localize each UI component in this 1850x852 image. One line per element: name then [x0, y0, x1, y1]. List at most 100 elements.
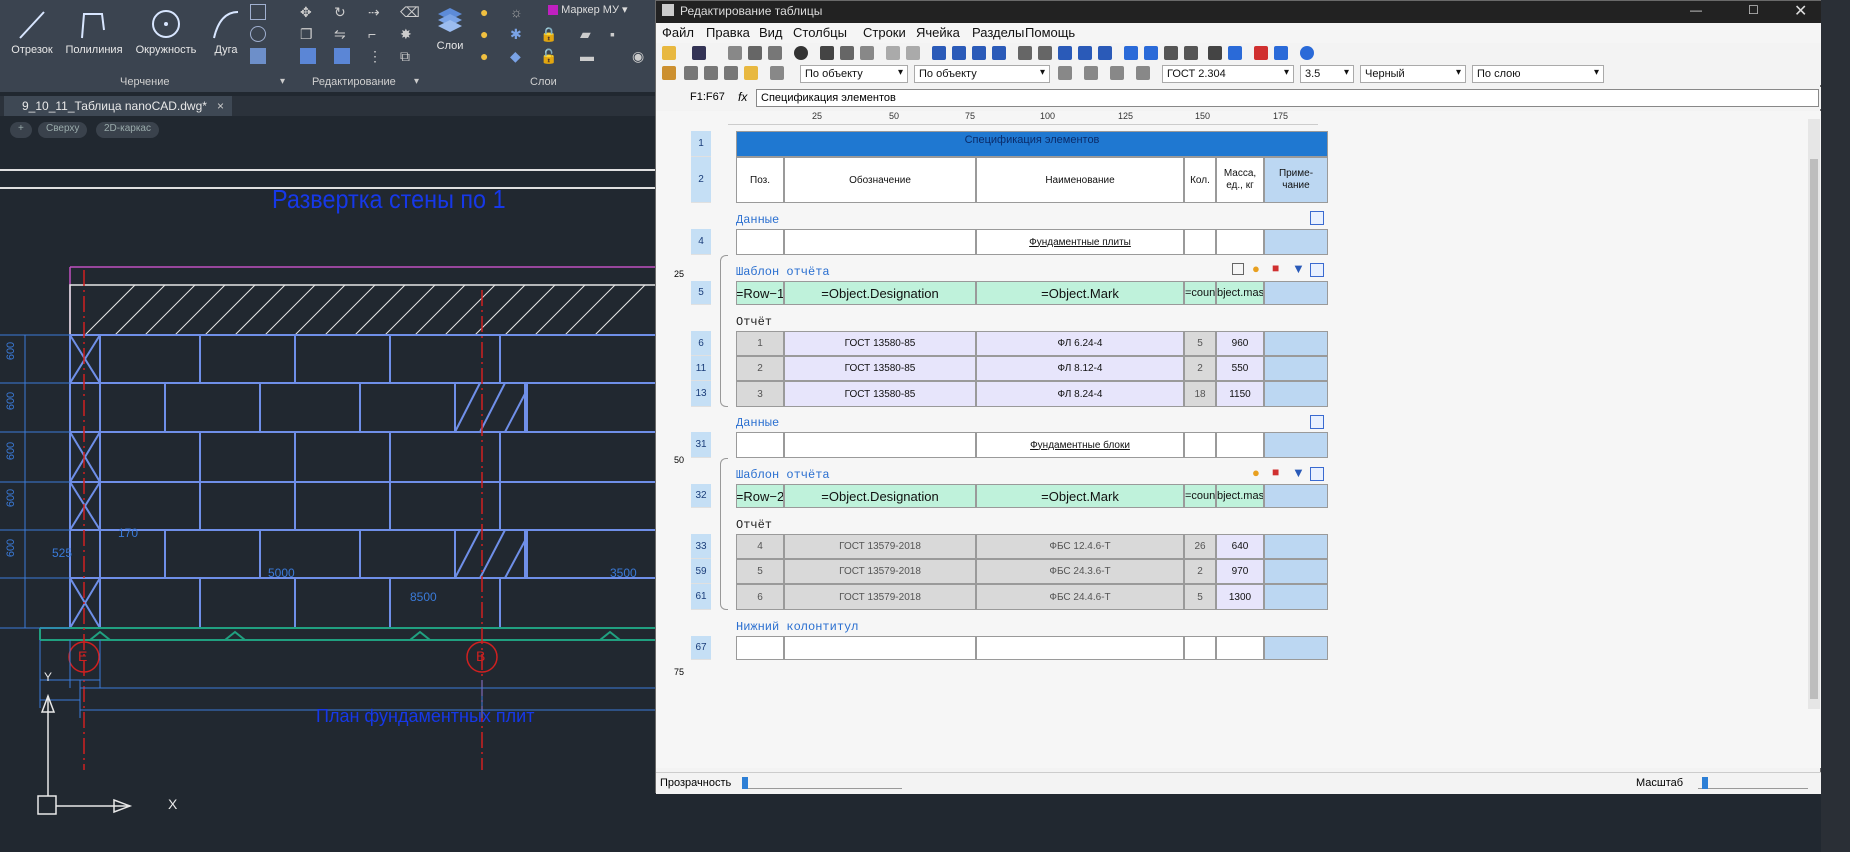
menu-edit[interactable]: Правка — [706, 25, 750, 40]
lock-icon[interactable]: ■ — [1272, 261, 1279, 275]
row-number[interactable]: 32 — [691, 484, 711, 508]
scale-slider[interactable] — [1698, 777, 1808, 789]
cell-reference[interactable]: F1:F67 — [690, 91, 725, 103]
field-icon[interactable] — [1124, 46, 1138, 60]
bulb-icon[interactable]: ● — [480, 4, 496, 20]
row-number[interactable]: 11 — [691, 356, 711, 381]
table-cell[interactable] — [1264, 636, 1328, 660]
visual-style-button[interactable]: 2D-каркас — [96, 122, 159, 138]
bulb-icon[interactable]: ● — [1252, 261, 1260, 276]
menu-sections[interactable]: Разделы — [972, 25, 1024, 40]
report-cell[interactable]: 3 — [736, 381, 784, 407]
template-cell[interactable]: =Object.Designation — [784, 484, 976, 508]
minimize-icon[interactable]: — — [1690, 3, 1702, 17]
layer-isolate-icon[interactable]: ● — [480, 48, 496, 64]
report-cell[interactable]: 2 — [1184, 559, 1216, 584]
report-cell[interactable]: 5 — [1184, 584, 1216, 610]
color-dropdown[interactable]: Черный ▾ — [1360, 65, 1466, 83]
scrollbar-thumb[interactable] — [1810, 159, 1818, 699]
report-cell[interactable]: ФЛ 6.24-4 — [976, 331, 1184, 356]
filter-icon[interactable]: ▼ — [1292, 465, 1305, 480]
layer-unlock-icon[interactable]: 🔓 — [540, 48, 557, 64]
table-editor-sheet[interactable]: 25 50 75 100 125 150 175 25 50 75 A B C … — [656, 111, 1822, 768]
valign-icon[interactable] — [1084, 66, 1098, 80]
maximize-icon[interactable]: ☐ — [1748, 3, 1759, 17]
vertical-scrollbar[interactable] — [1808, 119, 1820, 709]
copy-icon[interactable] — [840, 46, 854, 60]
report-cell[interactable]: ФЛ 8.24-4 — [976, 381, 1184, 407]
row-number[interactable]: 33 — [691, 534, 711, 559]
table-cell[interactable] — [1264, 381, 1328, 407]
header-cell[interactable]: Кол. — [1184, 157, 1216, 203]
circle-tool-button[interactable]: Окружность — [130, 6, 202, 56]
table-cell[interactable] — [736, 432, 784, 458]
section-data-label[interactable]: Данные — [736, 416, 779, 430]
sort-asc-icon[interactable] — [1058, 46, 1072, 60]
layer-tool-icon[interactable]: ▰ — [580, 26, 596, 42]
preview-icon[interactable] — [748, 46, 762, 60]
stretch-icon[interactable] — [334, 48, 350, 64]
arrow-right-icon[interactable] — [992, 46, 1006, 60]
header-cell[interactable]: Наименование — [976, 157, 1184, 203]
section-template-label[interactable]: Шаблон отчёта — [736, 265, 830, 279]
row-number[interactable]: 59 — [691, 559, 711, 584]
fx-icon[interactable]: fx — [738, 90, 747, 104]
layer-prev-icon[interactable]: ▬ — [580, 48, 596, 64]
table-cell[interactable] — [1264, 484, 1328, 508]
section-report-label[interactable]: Отчёт — [736, 518, 772, 532]
section-settings-icon[interactable] — [1310, 263, 1324, 277]
cut-icon[interactable] — [820, 46, 834, 60]
sum-icon[interactable] — [1098, 46, 1112, 60]
attribute-icon[interactable] — [1164, 46, 1178, 60]
paste-icon[interactable] — [860, 46, 874, 60]
checkbox-icon[interactable] — [1274, 46, 1288, 60]
fillet-icon[interactable]: ⌐ — [368, 26, 384, 42]
template-cell[interactable]: =Row−1 — [736, 281, 784, 305]
table-title-cell[interactable]: Спецификация элементов — [736, 131, 1328, 157]
report-cell[interactable]: 6 — [736, 584, 784, 610]
layer-on-icon[interactable]: ● — [480, 26, 496, 42]
split-icon[interactable] — [704, 66, 718, 80]
redo-icon[interactable] — [906, 46, 920, 60]
text-style-dropdown[interactable]: ГОСТ 2.304 ▾ — [1162, 65, 1294, 83]
table-cell[interactable] — [1184, 229, 1216, 255]
report-cell[interactable]: 18 — [1184, 381, 1216, 407]
report-cell[interactable]: ГОСТ 13580-85 — [784, 356, 976, 381]
offset-icon[interactable]: ⧉ — [400, 48, 416, 64]
sun-icon[interactable]: ☼ — [510, 4, 526, 20]
section-settings-icon[interactable] — [1310, 211, 1324, 225]
image-icon[interactable] — [1018, 46, 1032, 60]
menu-cell[interactable]: Ячейка — [916, 25, 960, 40]
report-cell[interactable]: ФЛ 8.12-4 — [976, 356, 1184, 381]
wrap-icon[interactable] — [1110, 66, 1124, 80]
row-number[interactable]: 31 — [691, 432, 711, 458]
table-cell[interactable] — [784, 229, 976, 255]
lock-icon[interactable]: ■ — [1272, 465, 1279, 479]
calculator-icon[interactable] — [1208, 46, 1222, 60]
section-report-label[interactable]: Отчёт — [736, 315, 772, 329]
table-cell[interactable] — [1264, 432, 1328, 458]
move-icon[interactable]: ✥ — [300, 4, 316, 20]
text-height-dropdown[interactable]: 3.5 ▾ — [1300, 65, 1354, 83]
formula-input[interactable]: Спецификация элементов — [756, 89, 1819, 107]
style-icon[interactable] — [744, 66, 758, 80]
lineweight-dropdown[interactable]: По объекту ▾ — [914, 65, 1050, 83]
check-toggle-icon[interactable] — [1228, 46, 1242, 60]
row-number[interactable]: 5 — [691, 281, 711, 305]
template-cell[interactable]: =count — [1184, 484, 1216, 508]
scale-icon[interactable] — [300, 48, 316, 64]
rectangle-icon[interactable] — [250, 4, 266, 20]
viewport-plus-button[interactable]: + — [10, 122, 32, 138]
erase-icon[interactable]: ⌫ — [400, 4, 420, 20]
ellipse-icon[interactable] — [250, 26, 266, 42]
header-cell[interactable]: Масса, ед., кг — [1216, 157, 1264, 203]
polyline-tool-button[interactable]: Полилиния — [60, 6, 128, 56]
report-cell[interactable]: ГОСТ 13579-2018 — [784, 584, 976, 610]
table-cell[interactable] — [1264, 356, 1328, 381]
indent-icon[interactable] — [1136, 66, 1150, 80]
table-cell[interactable] — [1264, 281, 1328, 305]
menu-rows[interactable]: Строки — [863, 25, 906, 40]
arrow-left-icon[interactable] — [972, 46, 986, 60]
filter-icon[interactable]: ▼ — [1292, 261, 1305, 276]
close-tab-icon[interactable]: × — [217, 99, 224, 113]
